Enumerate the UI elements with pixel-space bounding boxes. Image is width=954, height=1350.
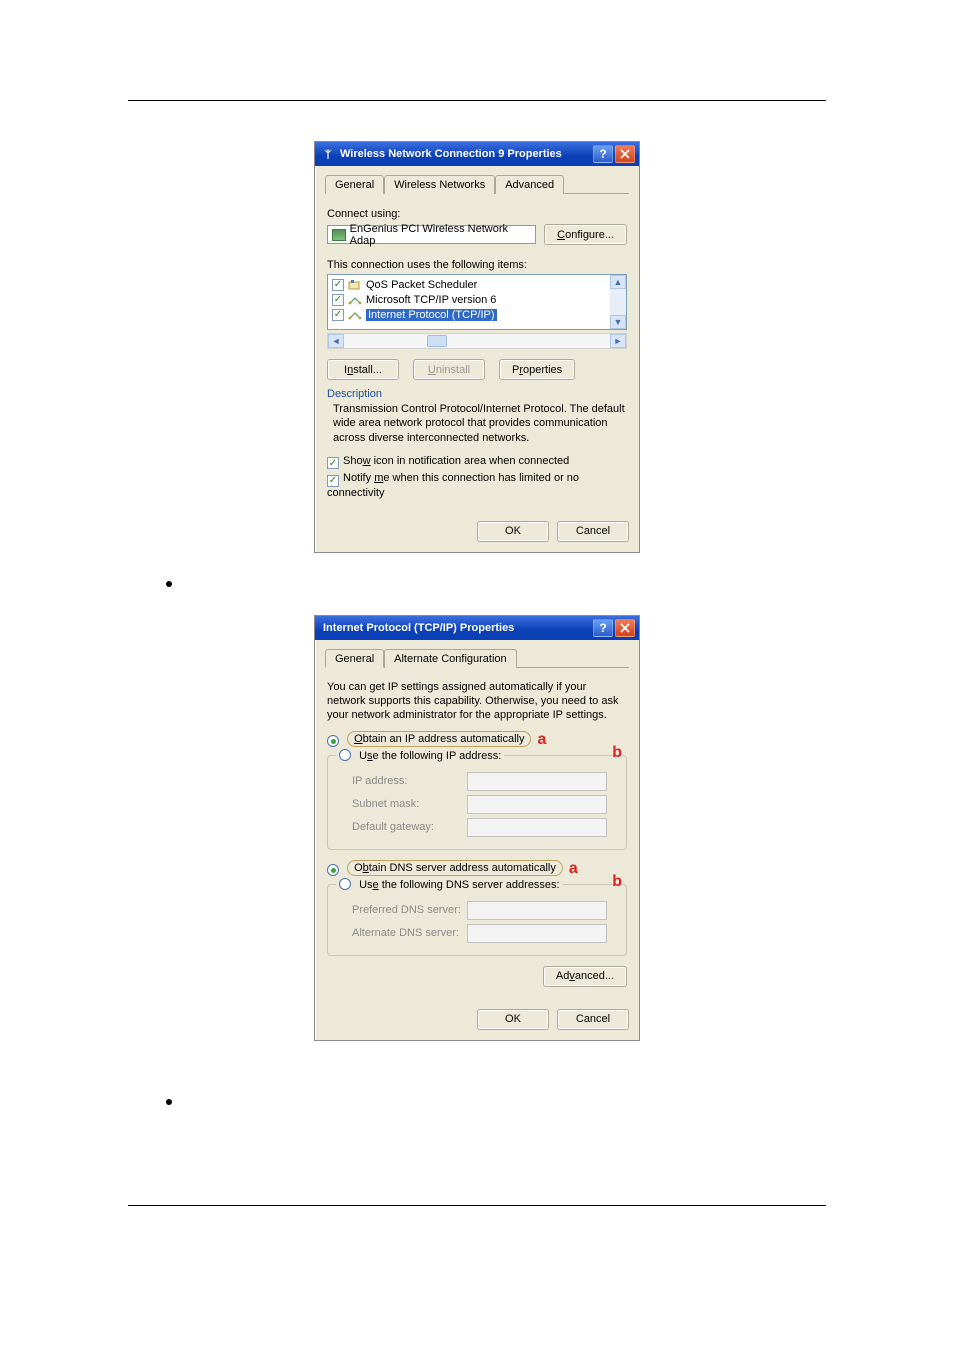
help-button[interactable]: ? <box>593 619 613 637</box>
label-alternate-dns: Alternate DNS server: <box>352 927 467 939</box>
components-listbox[interactable]: ✓ QoS Packet Scheduler ✓ Microsoft TCP/I… <box>327 274 627 330</box>
tab-general[interactable]: General <box>325 175 384 194</box>
protocol-icon <box>348 294 362 306</box>
items-label: This connection uses the following items… <box>327 259 627 271</box>
install-button[interactable]: Install... <box>327 359 399 380</box>
vertical-scrollbar[interactable]: ▲ ▼ <box>610 275 626 329</box>
cancel-button[interactable]: Cancel <box>557 521 629 542</box>
tcpip-properties-dialog: Internet Protocol (TCP/IP) Properties ? … <box>314 615 640 1041</box>
advanced-button[interactable]: Advanced... <box>543 966 627 987</box>
radio-obtain-ip-auto[interactable]: Obtain an IP address automatically a <box>327 731 627 749</box>
scroll-thumb[interactable] <box>427 335 447 347</box>
document-bullet <box>166 1095 826 1105</box>
radio-use-following-dns[interactable]: Use the following DNS server addresses: <box>336 878 563 891</box>
scroll-down-icon[interactable]: ▼ <box>610 315 626 329</box>
ip-address-input <box>467 772 607 791</box>
tabstrip: General Wireless Networks Advanced <box>325 174 629 194</box>
help-button[interactable]: ? <box>593 145 613 163</box>
list-item[interactable]: ✓ QoS Packet Scheduler <box>332 277 606 292</box>
preferred-dns-input <box>467 901 607 920</box>
subnet-mask-input <box>467 795 607 814</box>
nic-icon <box>332 229 346 241</box>
dialog-title: Wireless Network Connection 9 Properties <box>340 148 591 160</box>
radio-use-following-ip[interactable]: Use the following IP address: <box>336 749 504 762</box>
scroll-up-icon[interactable]: ▲ <box>610 275 626 289</box>
protocol-icon <box>348 309 362 321</box>
uninstall-button: Uninstall <box>413 359 485 380</box>
connect-using-label: Connect using: <box>327 208 627 220</box>
annotation-b: b <box>612 873 622 891</box>
static-ip-group: Use the following IP address: b IP addre… <box>327 755 627 850</box>
radio-icon[interactable] <box>327 735 339 747</box>
annotation-a: a <box>538 731 547 748</box>
checkbox-row[interactable]: ✓Show icon in notification area when con… <box>327 455 627 470</box>
label-subnet-mask: Subnet mask: <box>352 798 467 810</box>
checkbox-icon[interactable]: ✓ <box>332 279 344 291</box>
radio-icon[interactable] <box>339 878 351 890</box>
ok-button[interactable]: OK <box>477 1009 549 1030</box>
dialog-title: Internet Protocol (TCP/IP) Properties <box>323 622 591 634</box>
tab-general[interactable]: General <box>325 649 384 668</box>
annotation-b: b <box>612 744 622 762</box>
adapter-name: EnGenius PCI Wireless Network Adap <box>350 223 531 247</box>
wireless-icon <box>321 147 335 161</box>
ok-button[interactable]: OK <box>477 521 549 542</box>
radio-obtain-dns-auto[interactable]: Obtain DNS server address automatically … <box>327 860 627 878</box>
qos-icon <box>348 279 362 291</box>
intro-text: You can get IP settings assigned automat… <box>327 680 627 723</box>
label-ip-address: IP address: <box>352 775 467 787</box>
list-item[interactable]: ✓ Microsoft TCP/IP version 6 <box>332 292 606 307</box>
list-item-label: QoS Packet Scheduler <box>366 279 477 291</box>
label-preferred-dns: Preferred DNS server: <box>352 904 467 916</box>
checkbox-icon[interactable]: ✓ <box>327 475 339 487</box>
tab-alternate-config[interactable]: Alternate Configuration <box>384 649 517 668</box>
static-dns-group: Use the following DNS server addresses: … <box>327 884 627 956</box>
document-bullet <box>166 577 826 587</box>
radio-icon[interactable] <box>327 864 339 876</box>
list-item[interactable]: ✓ Internet Protocol (TCP/IP) <box>332 307 606 322</box>
scroll-left-icon[interactable]: ◄ <box>328 334 344 348</box>
tcpip-titlebar[interactable]: Internet Protocol (TCP/IP) Properties ? <box>315 616 639 640</box>
checkbox-icon[interactable]: ✓ <box>327 457 339 469</box>
tab-advanced[interactable]: Advanced <box>495 175 564 194</box>
description-heading: Description <box>327 388 627 400</box>
gateway-input <box>467 818 607 837</box>
list-item-label: Internet Protocol (TCP/IP) <box>366 309 497 321</box>
checkbox-icon[interactable]: ✓ <box>332 309 344 321</box>
properties-button[interactable]: Properties <box>499 359 575 380</box>
annotation-a: a <box>569 860 578 877</box>
alternate-dns-input <box>467 924 607 943</box>
radio-icon[interactable] <box>339 749 351 761</box>
close-button[interactable] <box>615 619 635 637</box>
label-default-gateway: Default gateway: <box>352 821 467 833</box>
tab-wireless-networks[interactable]: Wireless Networks <box>384 175 495 194</box>
nic-properties-titlebar[interactable]: Wireless Network Connection 9 Properties… <box>315 142 639 166</box>
close-button[interactable] <box>615 145 635 163</box>
checkbox-row[interactable]: ✓Notify me when this connection has limi… <box>327 472 627 499</box>
bullet-icon <box>166 1099 172 1105</box>
horizontal-scrollbar[interactable]: ◄ ► <box>327 333 627 349</box>
tabstrip: General Alternate Configuration <box>325 648 629 668</box>
nic-properties-dialog: Wireless Network Connection 9 Properties… <box>314 141 640 553</box>
adapter-field: EnGenius PCI Wireless Network Adap <box>327 225 536 244</box>
configure-button[interactable]: Configure... <box>544 224 627 245</box>
scroll-right-icon[interactable]: ► <box>610 334 626 348</box>
bullet-icon <box>166 581 172 587</box>
cancel-button[interactable]: Cancel <box>557 1009 629 1030</box>
list-item-label: Microsoft TCP/IP version 6 <box>366 294 496 306</box>
description-text: Transmission Control Protocol/Internet P… <box>333 402 627 445</box>
checkbox-icon[interactable]: ✓ <box>332 294 344 306</box>
